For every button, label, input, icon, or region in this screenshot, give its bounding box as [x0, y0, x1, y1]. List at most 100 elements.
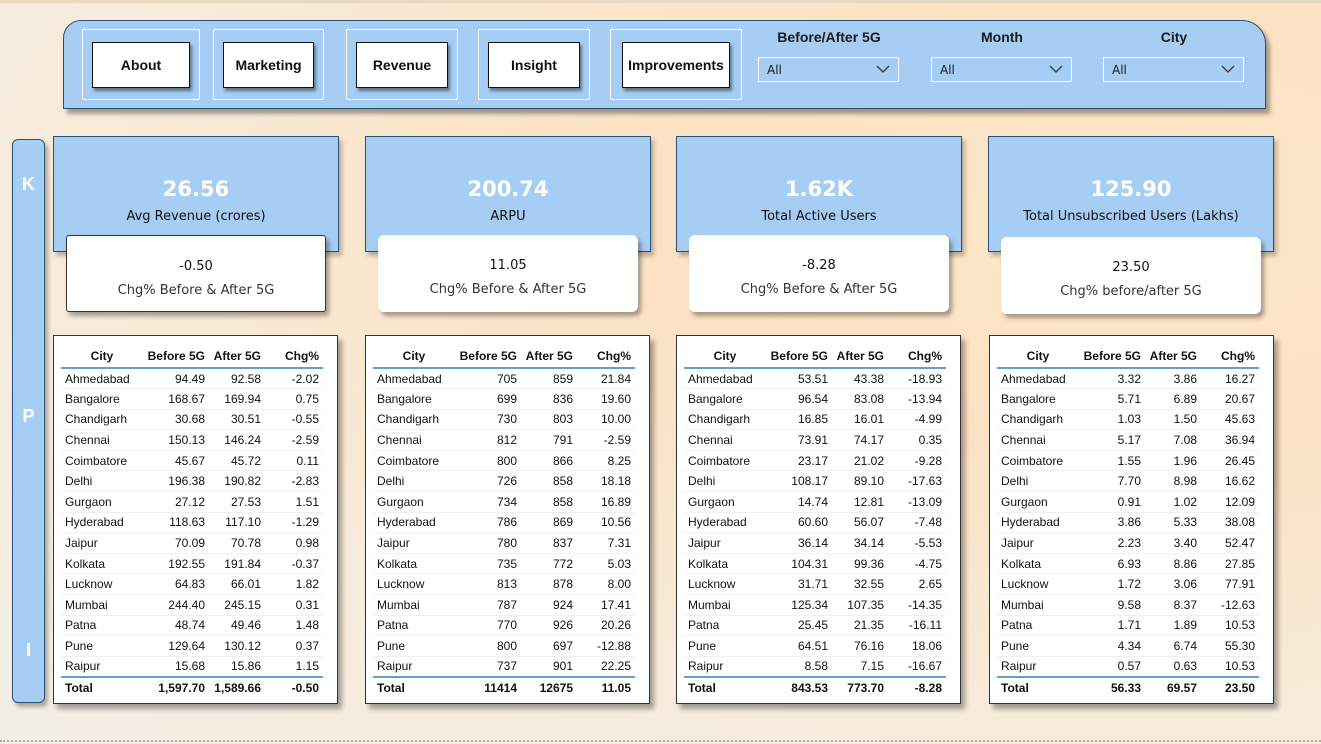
- before-5g-cell: 27.12: [147, 491, 209, 513]
- kpi-label: Avg Revenue (crores): [126, 209, 266, 224]
- kpi-value: 200.74: [467, 177, 549, 201]
- table-row: Delhi 196.38 190.82 -2.83: [61, 470, 323, 493]
- chg-cell: -1.29: [265, 512, 323, 534]
- city-cell: Hyderabad: [997, 512, 1083, 534]
- city-cell: Gurgaon: [684, 491, 770, 513]
- city-cell: Patna: [997, 615, 1083, 637]
- revenue-button[interactable]: Revenue: [356, 42, 448, 88]
- before-after-value: All: [767, 62, 782, 77]
- after-5g-cell: 836: [521, 388, 577, 410]
- table-row: Delhi 726 858 18.18: [373, 470, 635, 493]
- column-header[interactable]: City: [373, 344, 459, 369]
- table-row: Chandigarh 1.03 1.50 45.63: [997, 409, 1259, 431]
- table-row: Lucknow 31.71 32.55 2.65: [684, 573, 946, 596]
- after-5g-cell: 924: [521, 594, 577, 616]
- before-5g-cell: 800: [459, 635, 521, 657]
- before-5g-cell: 150.13: [147, 429, 209, 451]
- column-header[interactable]: Before 5G: [1083, 344, 1145, 369]
- table-row: Ahmedabad 705 859 21.84: [373, 368, 635, 390]
- city-cell: Mumbai: [61, 594, 147, 616]
- table-row: Chandigarh 30.68 30.51 -0.55: [61, 409, 323, 431]
- kpi-letter-p: P: [22, 406, 35, 426]
- column-header[interactable]: City: [997, 344, 1083, 369]
- month-dropdown[interactable]: All: [931, 57, 1072, 82]
- column-header[interactable]: Chg%: [1201, 344, 1259, 369]
- improvements-button[interactable]: Improvements: [622, 42, 730, 88]
- chg-cell: -12.88: [577, 635, 635, 657]
- before-5g-cell: 64.51: [770, 635, 832, 657]
- chg-cell: 7.31: [577, 532, 635, 554]
- nav-revenue-frame: Revenue: [346, 29, 458, 100]
- header-panel: About Marketing Revenue Insight Improvem…: [63, 20, 1266, 109]
- city-cell: Delhi: [61, 470, 147, 493]
- city-dropdown[interactable]: All: [1103, 57, 1244, 82]
- before-5g-cell: 2.23: [1083, 532, 1145, 554]
- column-header[interactable]: Before 5G: [459, 344, 521, 369]
- column-header[interactable]: City: [684, 344, 770, 369]
- table-header-row: City Before 5G After 5G Chg%: [61, 344, 323, 369]
- kpi-change-value: 11.05: [489, 258, 527, 273]
- before-5g-cell: 23.17: [770, 450, 832, 472]
- total-chg: -0.50: [265, 675, 323, 699]
- after-5g-cell: 117.10: [209, 512, 265, 534]
- after-5g-cell: 92.58: [209, 368, 265, 390]
- total-after-5g: 1,589.66: [209, 675, 265, 699]
- column-header[interactable]: Chg%: [888, 344, 946, 369]
- column-header[interactable]: After 5G: [209, 344, 265, 369]
- city-cell: Ahmedabad: [997, 368, 1083, 390]
- before-5g-cell: 45.67: [147, 450, 209, 472]
- before-5g-cell: 25.45: [770, 615, 832, 637]
- after-5g-cell: 791: [521, 429, 577, 451]
- table-row: Chennai 73.91 74.17 0.35: [684, 429, 946, 451]
- chg-cell: 0.75: [265, 388, 323, 410]
- chg-cell: 22.25: [577, 656, 635, 678]
- total-label: Total: [684, 675, 770, 699]
- kpi-label: Total Unsubscribed Users (Lakhs): [1023, 209, 1239, 224]
- kpi-change-label: Chg% Before & After 5G: [740, 282, 898, 297]
- chg-cell: 0.31: [265, 594, 323, 616]
- chg-cell: 52.47: [1201, 532, 1259, 554]
- after-5g-cell: 697: [521, 635, 577, 657]
- city-cell: Lucknow: [61, 573, 147, 596]
- chg-cell: -4.75: [888, 553, 946, 575]
- table-row: Raipur 8.58 7.15 -16.67: [684, 656, 946, 678]
- city-cell: Pune: [61, 635, 147, 657]
- table-row: Kolkata 192.55 191.84 -0.37: [61, 553, 323, 575]
- table-row: Ahmedabad 94.49 92.58 -2.02: [61, 368, 323, 390]
- city-metrics-table: City Before 5G After 5G Chg% Ahmedabad 53.51 4…: [684, 344, 946, 699]
- chg-cell: 10.53: [1201, 615, 1259, 637]
- kpi-change-card: -8.28 Chg% Before & After 5G: [689, 235, 949, 312]
- after-5g-cell: 74.17: [832, 429, 888, 451]
- chg-cell: 0.37: [265, 635, 323, 657]
- before-5g-cell: 36.14: [770, 532, 832, 554]
- column-header[interactable]: Before 5G: [147, 344, 209, 369]
- marketing-button[interactable]: Marketing: [223, 42, 314, 88]
- column-header[interactable]: Before 5G: [770, 344, 832, 369]
- table-avg-revenue: City Before 5G After 5G Chg% Ahmedabad 94.49 9…: [53, 335, 338, 704]
- before-5g-cell: 812: [459, 429, 521, 451]
- city-cell: Bangalore: [684, 388, 770, 410]
- before-5g-cell: 1.55: [1083, 450, 1145, 472]
- after-5g-cell: 34.14: [832, 532, 888, 554]
- before-5g-cell: 48.74: [147, 615, 209, 637]
- about-button[interactable]: About: [92, 42, 190, 88]
- column-header[interactable]: After 5G: [1145, 344, 1201, 369]
- column-header[interactable]: Chg%: [265, 344, 323, 369]
- kpi-value: 1.62K: [784, 177, 854, 201]
- column-header[interactable]: City: [61, 344, 147, 369]
- before-after-dropdown[interactable]: All: [758, 57, 899, 82]
- total-after-5g: 69.57: [1145, 675, 1201, 699]
- table-row: Jaipur 70.09 70.78 0.98: [61, 532, 323, 554]
- column-header[interactable]: Chg%: [577, 344, 635, 369]
- table-row: Lucknow 64.83 66.01 1.82: [61, 573, 323, 596]
- table-row: Pune 4.34 6.74 55.30: [997, 635, 1259, 657]
- after-5g-cell: 191.84: [209, 553, 265, 575]
- table-row: Coimbatore 1.55 1.96 26.45: [997, 450, 1259, 472]
- column-header[interactable]: After 5G: [521, 344, 577, 369]
- after-5g-cell: 99.36: [832, 553, 888, 575]
- insight-button[interactable]: Insight: [488, 42, 580, 88]
- chg-cell: 18.06: [888, 635, 946, 657]
- before-5g-cell: 770: [459, 615, 521, 637]
- column-header[interactable]: After 5G: [832, 344, 888, 369]
- chg-cell: -2.59: [577, 429, 635, 451]
